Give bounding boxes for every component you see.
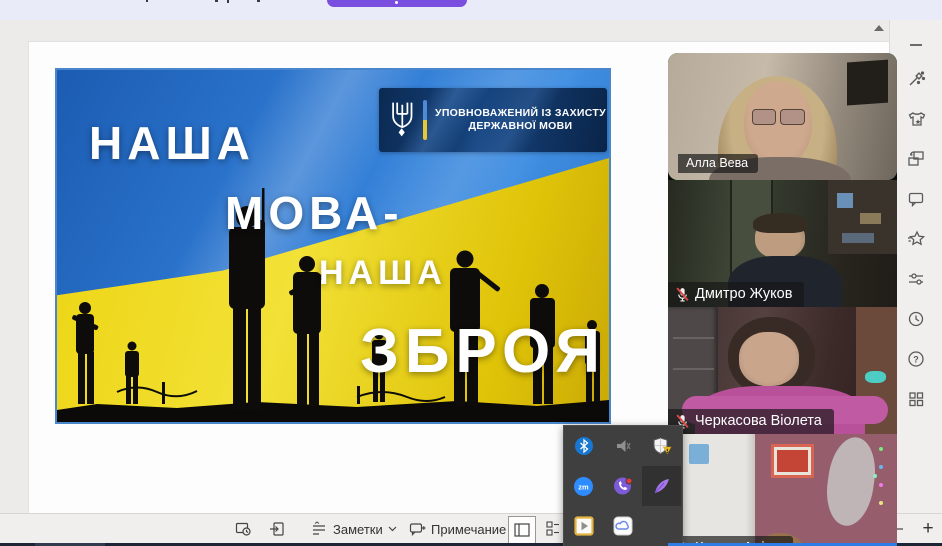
outline-list-icon[interactable] (546, 521, 560, 537)
slide[interactable]: НАША МОВА- НАША ЗБРОЯ УПОВНОВАЖЕНИЙ ІЗ З… (55, 68, 611, 424)
right-sidebar: ? (890, 20, 942, 513)
properties-sliders-icon[interactable] (905, 268, 927, 290)
pen-tool-icon[interactable] (642, 466, 681, 506)
participant-tile-alina[interactable]: Кошел Аліна (668, 434, 897, 546)
chevron-down-icon (388, 526, 397, 532)
video-scene-part (847, 59, 888, 105)
participant-name: Черкасова Віолета (695, 413, 822, 429)
video-scene-part (673, 337, 714, 339)
rehearse-timer-button[interactable] (234, 514, 252, 544)
zoom-app-icon[interactable]: zm (564, 466, 603, 506)
emblem-text-line2: ДЕРЖАВНОЇ МОВИ (435, 120, 606, 133)
video-participants-panel: Алла Вева Дмитро Жуков (668, 53, 897, 546)
video-scene-part (865, 371, 886, 384)
slide-title-line3: НАША (319, 254, 447, 293)
slide-title-line4: ЗБРОЯ (360, 316, 606, 387)
video-scene-part (739, 332, 799, 385)
toolbar-fragment (257, 0, 260, 2)
slide-title-line2: МОВА- (225, 186, 404, 240)
slide-title-line1: НАША (89, 116, 255, 170)
present-from-slide-button[interactable] (268, 514, 286, 544)
participant-name-tag: Дмитро Жуков (668, 282, 804, 307)
help-icon[interactable]: ? (905, 348, 927, 370)
audio-device-icon[interactable] (603, 426, 642, 466)
animation-star-icon[interactable] (905, 228, 927, 250)
security-shield-icon[interactable] (642, 426, 681, 466)
notes-button[interactable]: Заметки (310, 514, 397, 544)
cloud-sync-icon[interactable] (603, 506, 642, 546)
participant-name: Дмитро Жуков (695, 286, 792, 302)
emblem-text-line1: УПОВНОВАЖЕНИЙ ІЗ ЗАХИСТУ (435, 107, 606, 120)
toolbar-fragment (146, 0, 148, 2)
collapse-panel-icon[interactable] (905, 34, 927, 56)
trident-icon (389, 100, 417, 140)
video-feed (668, 434, 897, 546)
emblem-divider (423, 100, 427, 140)
history-clock-icon[interactable] (905, 308, 927, 330)
svg-text:zm: zm (578, 482, 589, 491)
comment-label: Примечание (431, 522, 506, 537)
scroll-up-arrow[interactable] (874, 25, 884, 31)
zoom-in-button[interactable]: + (916, 517, 940, 541)
video-scene-part (879, 447, 883, 451)
video-scene-part (673, 368, 714, 370)
video-scene-part (860, 213, 881, 224)
video-scene-part (842, 233, 874, 243)
participant-tile-violeta[interactable]: Черкасова Віолета (668, 307, 897, 434)
participant-tile-alla[interactable]: Алла Вева (668, 53, 897, 180)
plus-glyph: + (922, 518, 933, 540)
participant-name-tag: Черкасова Віолета (668, 409, 834, 434)
primary-action-button[interactable] (327, 0, 467, 7)
comment-button[interactable]: Примечание (408, 514, 506, 544)
design-wand-icon[interactable] (905, 68, 927, 90)
toolbar-fragment (227, 0, 229, 3)
system-tray-popup: zm (563, 425, 683, 546)
application-window: НАША МОВА- НАША ЗБРОЯ УПОВНОВАЖЕНИЙ ІЗ З… (0, 0, 942, 546)
comment-plus-icon (408, 520, 426, 538)
transitions-icon[interactable] (905, 148, 927, 170)
button-label-fragment (395, 1, 398, 4)
comments-panel-icon[interactable] (905, 188, 927, 210)
video-scene-part (753, 213, 808, 233)
participant-tile-dmytro[interactable]: Дмитро Жуков (668, 180, 897, 307)
video-scene-part (771, 444, 814, 478)
participant-name-tag: Алла Вева (678, 154, 758, 173)
toolbar-fragment (215, 0, 218, 2)
video-scene-part (752, 109, 777, 125)
apps-grid-icon[interactable] (905, 388, 927, 410)
muted-mic-icon (676, 287, 689, 302)
bluetooth-icon[interactable] (564, 426, 603, 466)
language-ombudsman-emblem: УПОВНОВАЖЕНИЙ ІЗ ЗАХИСТУ ДЕРЖАВНОЇ МОВИ (379, 88, 607, 152)
zoom-out-button[interactable] (896, 528, 903, 530)
notes-label: Заметки (333, 522, 383, 537)
theme-clothes-icon[interactable] (905, 108, 927, 130)
viber-icon[interactable] (603, 466, 642, 506)
pane-layout-toggle[interactable] (508, 516, 536, 544)
top-toolbar-strip (0, 0, 942, 20)
video-scene-part (780, 109, 805, 125)
video-scene-part (689, 444, 710, 464)
video-scene-part (837, 193, 853, 208)
participant-name: Алла Вева (686, 156, 748, 170)
media-player-icon[interactable] (564, 506, 603, 546)
notes-icon (310, 520, 328, 538)
svg-text:?: ? (913, 355, 919, 365)
